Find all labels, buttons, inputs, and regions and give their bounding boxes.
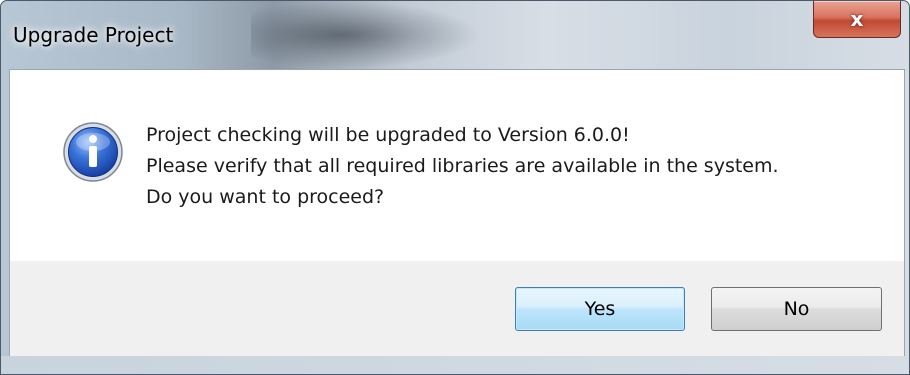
message-line-3: Do you want to proceed? [146,186,385,208]
no-button[interactable]: No [711,287,882,331]
window-title: Upgrade Project [13,23,174,47]
yes-button[interactable]: Yes [515,287,685,331]
message-text: Project checking will be upgraded to Ver… [146,120,779,213]
dialog-window: Upgrade Project x Project checking will … [0,0,910,375]
message-line-2: Please verify that all required librarie… [146,155,779,177]
close-icon: x [850,7,864,31]
info-icon [63,122,123,182]
message-line-1: Project checking will be upgraded to Ver… [146,124,630,146]
message-area: Project checking will be upgraded to Ver… [9,69,905,262]
button-bar: Yes No [9,261,905,357]
close-button[interactable]: x [813,1,901,38]
window-bottom-border [1,356,909,374]
title-bar[interactable]: Upgrade Project x [1,1,909,69]
